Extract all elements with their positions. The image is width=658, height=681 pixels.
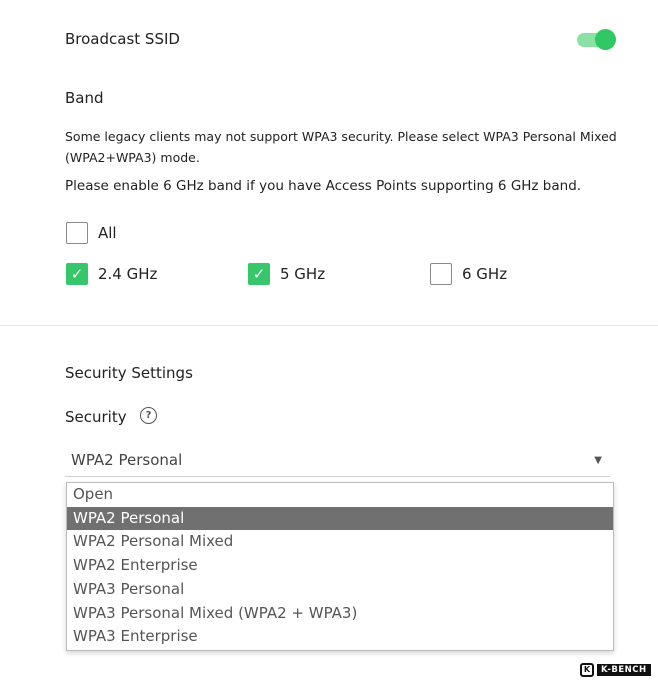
dropdown-option[interactable]: WPA3 Personal Mixed (WPA2 + WPA3) <box>67 602 613 626</box>
security-select[interactable]: WPA2 Personal ▼ <box>65 448 610 477</box>
dropdown-option[interactable]: WPA2 Personal <box>67 506 613 531</box>
security-select-value: WPA2 Personal <box>71 451 183 469</box>
check-icon: ✓ <box>252 265 266 283</box>
kbench-text: K-BENCH <box>597 663 651 676</box>
checkbox-box[interactable] <box>66 222 88 244</box>
caret-down-icon: ▼ <box>594 455 602 466</box>
security-settings-title: Security Settings <box>65 364 193 382</box>
kbench-mark-icon: K <box>580 662 594 677</box>
check-icon: ✓ <box>70 265 84 283</box>
band-checkbox-2-4ghz[interactable]: ✓ 2.4 GHz <box>66 263 157 285</box>
broadcast-ssid-label: Broadcast SSID <box>65 30 180 48</box>
checkbox-box[interactable] <box>430 263 452 285</box>
checkbox-label: 6 GHz <box>462 265 508 283</box>
checkbox-label: 5 GHz <box>280 265 326 283</box>
section-divider <box>0 325 658 326</box>
wpa3-note: Some legacy clients may not support WPA3… <box>65 129 617 165</box>
band-checkbox-5ghz[interactable]: ✓ 5 GHz <box>248 263 325 285</box>
6ghz-note: Please enable 6 GHz band if you have Acc… <box>65 178 582 194</box>
broadcast-ssid-toggle[interactable] <box>577 29 616 50</box>
band-checkbox-6ghz[interactable]: 6 GHz <box>430 263 507 285</box>
checkbox-box[interactable]: ✓ <box>66 263 88 285</box>
band-checkbox-all[interactable]: All <box>66 222 117 244</box>
checkbox-box[interactable]: ✓ <box>248 263 270 285</box>
dropdown-option[interactable]: WPA3 Enterprise <box>67 625 613 649</box>
dropdown-option[interactable]: WPA3 Personal <box>67 578 613 602</box>
kbench-logo: K K-BENCH <box>580 661 656 678</box>
checkbox-label: 2.4 GHz <box>98 265 158 283</box>
dropdown-option[interactable]: WPA2 Personal Mixed <box>67 530 613 554</box>
dropdown-option[interactable]: Open <box>67 483 613 507</box>
security-label: Security <box>65 408 127 426</box>
toggle-knob <box>595 29 616 50</box>
checkbox-label: All <box>98 224 117 242</box>
dropdown-option[interactable]: WPA2 Enterprise <box>67 554 613 578</box>
security-dropdown-menu: Open WPA2 Personal WPA2 Personal Mixed W… <box>66 482 614 651</box>
help-icon[interactable]: ? <box>140 407 157 424</box>
band-title: Band <box>65 89 104 107</box>
